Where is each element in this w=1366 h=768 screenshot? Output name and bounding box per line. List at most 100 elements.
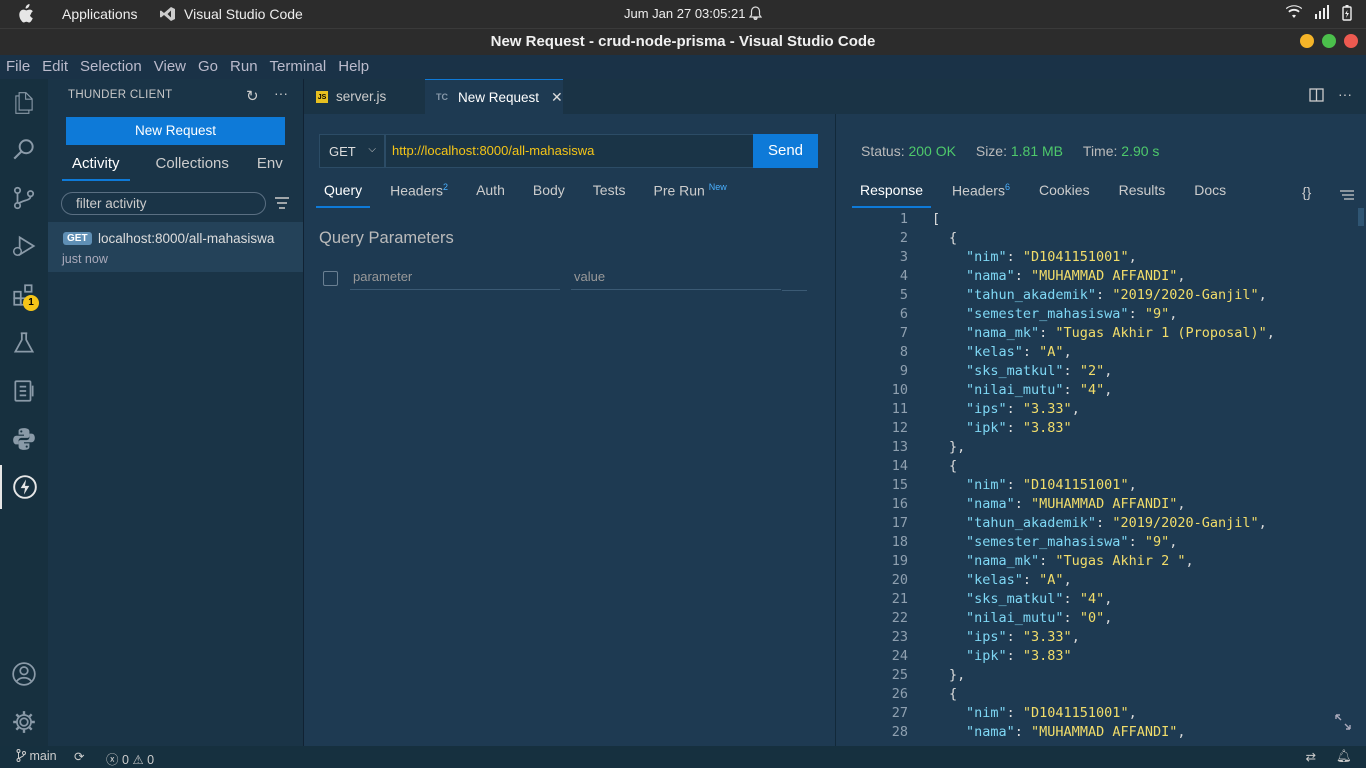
- method-select[interactable]: GET ⌵: [319, 134, 385, 168]
- url-input[interactable]: http://localhost:8000/all-mahasiswa: [385, 134, 754, 168]
- tab-server-js[interactable]: JS server.js: [304, 79, 424, 114]
- scrollbar-thumb[interactable]: [1358, 208, 1364, 226]
- new-request-button[interactable]: New Request: [66, 117, 285, 145]
- close-button[interactable]: [1344, 34, 1358, 48]
- problems-indicator[interactable]: ⓧ 0 ⚠ 0: [106, 749, 154, 768]
- menu-file[interactable]: File: [0, 55, 36, 79]
- code-line: 13},: [836, 439, 1366, 458]
- code-line: 21 "sks_matkul": "4",: [836, 591, 1366, 610]
- tab-query[interactable]: Query: [316, 182, 371, 208]
- thunder-client-icon[interactable]: [0, 465, 48, 509]
- tab-new-request[interactable]: TC New Request ✕: [425, 79, 563, 114]
- wifi-icon[interactable]: [1286, 5, 1302, 19]
- more-actions-icon[interactable]: ···: [274, 85, 288, 101]
- refresh-icon[interactable]: ↻: [246, 87, 259, 105]
- json-value: "MUHAMMAD AFFANDI": [1031, 268, 1178, 284]
- maximize-button[interactable]: [1322, 34, 1336, 48]
- search-icon[interactable]: [0, 128, 48, 172]
- feedback-icon[interactable]: ⇄: [1306, 749, 1316, 764]
- javascript-file-icon: JS: [316, 90, 328, 103]
- tab-response[interactable]: Response: [852, 182, 932, 208]
- remote-explorer-icon[interactable]: [0, 369, 48, 413]
- line-content: "nama_mk": "Tugas Akhir 2 ",: [966, 553, 1194, 569]
- parameter-input[interactable]: parameter: [350, 264, 560, 290]
- tab-body[interactable]: Body: [525, 182, 573, 208]
- editor-more-icon[interactable]: ···: [1338, 86, 1352, 102]
- menu-selection[interactable]: Selection: [74, 55, 148, 79]
- json-key: "nama_mk": [966, 553, 1040, 569]
- tab-results[interactable]: Results: [1111, 182, 1174, 208]
- python-icon[interactable]: [0, 417, 48, 461]
- code-line: 7 "nama_mk": "Tugas Akhir 1 (Proposal)",: [836, 325, 1366, 344]
- minimize-button[interactable]: [1300, 34, 1314, 48]
- tab-headers[interactable]: Headers2: [382, 182, 456, 208]
- applications-menu[interactable]: Applications: [62, 6, 138, 22]
- tab-label: Headers: [390, 182, 444, 199]
- menu-view[interactable]: View: [148, 55, 192, 79]
- system-tray[interactable]: [1286, 5, 1352, 21]
- json-key: "nama": [966, 268, 1015, 284]
- response-json-viewer[interactable]: 1[2{3 "nim": "D1041151001", 4 "nama": "MUHA…: [836, 208, 1366, 746]
- format-json-icon[interactable]: {}: [1302, 184, 1311, 200]
- tab-tests[interactable]: Tests: [585, 182, 634, 208]
- sync-icon[interactable]: ⟳: [74, 749, 84, 764]
- system-clock[interactable]: Jum Jan 27 03:05:21: [624, 6, 745, 21]
- tab-label: Cookies: [1038, 182, 1090, 198]
- value-input[interactable]: value: [571, 264, 781, 290]
- filter-lines-icon[interactable]: [274, 196, 290, 210]
- json-value: "MUHAMMAD AFFANDI": [1031, 496, 1178, 512]
- request-pane: GET ⌵ http://localhost:8000/all-mahasisw…: [304, 114, 835, 746]
- tab-activity[interactable]: Activity: [62, 155, 130, 181]
- time-label: Time:: [1082, 143, 1118, 159]
- tab-collections[interactable]: Collections: [146, 155, 239, 181]
- json-key: "nama_mk": [966, 325, 1040, 341]
- apple-logo-icon[interactable]: [16, 4, 34, 24]
- activity-list-item[interactable]: GET localhost:8000/all-mahasiswa just no…: [48, 222, 303, 272]
- tab-count: 6: [1004, 182, 1010, 192]
- method-value: GET: [329, 144, 356, 159]
- line-content: },: [949, 667, 966, 683]
- tab-label: Body: [532, 182, 565, 198]
- extensions-icon[interactable]: [0, 273, 48, 317]
- tab-auth[interactable]: Auth: [468, 182, 513, 208]
- split-editor-icon[interactable]: [1309, 88, 1324, 102]
- menu-go[interactable]: Go: [192, 55, 224, 79]
- send-button[interactable]: Send: [753, 134, 818, 168]
- tab-docs[interactable]: Docs: [1186, 182, 1234, 208]
- explorer-icon[interactable]: [0, 81, 48, 125]
- tab-env[interactable]: Env: [247, 155, 293, 181]
- tab-label: Auth: [476, 182, 505, 198]
- menu-edit[interactable]: Edit: [36, 55, 74, 79]
- code-line: 20 "kelas": "A",: [836, 572, 1366, 591]
- active-app-name[interactable]: Visual Studio Code: [184, 6, 303, 22]
- tab-response-headers[interactable]: Headers6: [944, 182, 1018, 208]
- testing-flask-icon[interactable]: [0, 321, 48, 365]
- code-line: 18 "semester_mahasiswa": "9",: [836, 534, 1366, 553]
- response-menu-icon[interactable]: [1339, 189, 1355, 201]
- source-control-icon[interactable]: [0, 176, 48, 220]
- filter-activity-input[interactable]: filter activity: [61, 192, 266, 215]
- menu-terminal[interactable]: Terminal: [264, 55, 333, 79]
- notifications-bell-icon[interactable]: 🔔︎: [1336, 749, 1352, 764]
- close-tab-icon[interactable]: ✕: [551, 89, 563, 106]
- code-line: 9 "sks_matkul": "2",: [836, 363, 1366, 382]
- battery-icon[interactable]: [1342, 5, 1352, 21]
- tab-cookies[interactable]: Cookies: [1031, 182, 1098, 208]
- json-value: "4": [1079, 591, 1105, 607]
- menu-help[interactable]: Help: [332, 55, 375, 79]
- run-debug-icon[interactable]: [0, 224, 48, 268]
- code-line: 11 "ips": "3.33",: [836, 401, 1366, 420]
- account-icon[interactable]: [0, 652, 48, 696]
- network-signal-icon[interactable]: [1314, 5, 1330, 19]
- expand-icon[interactable]: [1333, 712, 1353, 732]
- json-value: "0": [1079, 610, 1105, 626]
- line-number: 3: [899, 249, 908, 265]
- menu-run[interactable]: Run: [224, 55, 264, 79]
- branch-indicator[interactable]: main: [16, 749, 57, 763]
- method-badge: GET: [63, 232, 92, 245]
- param-checkbox[interactable]: [323, 271, 338, 286]
- line-content: "tahun_akademik": "2019/2020-Ganjil",: [966, 287, 1267, 303]
- code-line: 2{: [836, 230, 1366, 249]
- tab-pre-run[interactable]: Pre Run New: [645, 182, 734, 208]
- settings-gear-icon[interactable]: [0, 700, 48, 744]
